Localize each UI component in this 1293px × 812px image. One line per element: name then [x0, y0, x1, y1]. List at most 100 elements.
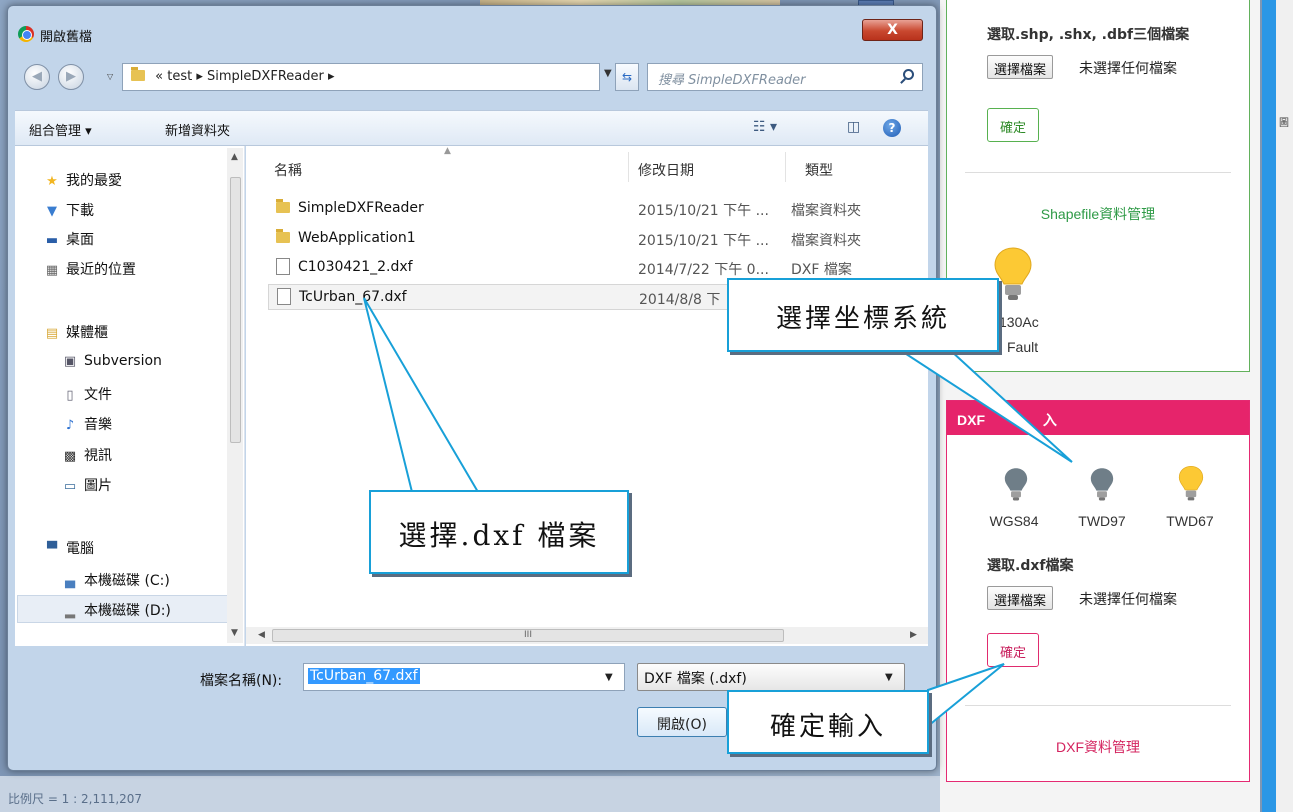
filetype-dropdown-icon[interactable]: ▼: [885, 672, 893, 683]
twd97-label: TWD97: [1078, 513, 1126, 529]
preview-pane-icon[interactable]: ◫: [847, 119, 860, 135]
nav-desktop[interactable]: ▬ 桌面: [44, 229, 94, 249]
new-folder-button[interactable]: 新增資料夾: [165, 120, 230, 139]
nav-scrollbar-thumb[interactable]: [230, 177, 241, 443]
help-icon[interactable]: ?: [883, 119, 901, 137]
document-icon: [276, 258, 290, 275]
folder-icon: [131, 67, 145, 81]
nav-downloads-label: 下載: [66, 203, 94, 219]
nav-music-label: 音樂: [84, 417, 112, 433]
map-scale-text: 比例尺 = 1 : 2,111,207: [8, 792, 143, 806]
hscroll-thumb[interactable]: III: [272, 629, 784, 642]
edge-tab-label[interactable]: 圖: [1279, 114, 1289, 129]
shp-bulb-icon[interactable]: [993, 246, 1033, 304]
dxf-choose-file-button[interactable]: 選擇檔案: [987, 586, 1054, 610]
nav-downloads[interactable]: ▼ 下載: [44, 200, 94, 220]
nav-drive-d-label: 本機磁碟 (D:): [84, 603, 171, 619]
dxf-confirm-button[interactable]: 確定: [987, 633, 1039, 667]
search-input[interactable]: 搜尋 SimpleDXFReader: [647, 63, 923, 91]
nav-pictures[interactable]: ▭ 圖片: [62, 475, 112, 495]
wgs84-bulb-icon[interactable]: [1003, 467, 1029, 503]
music-icon: ♪: [65, 418, 75, 433]
scroll-right-icon[interactable]: ▶: [910, 630, 917, 640]
nav-recent[interactable]: ▦ 最近的位置: [44, 259, 136, 279]
nav-videos-label: 視訊: [84, 448, 112, 464]
coordinate-callout: 選擇坐標系統: [727, 278, 999, 352]
dxf-manage-link[interactable]: DXF資料管理: [947, 737, 1249, 757]
nav-libraries[interactable]: ▤ 媒體櫃: [44, 322, 108, 342]
forward-button[interactable]: ▶: [58, 64, 84, 90]
refresh-icon[interactable]: ⇆: [615, 63, 639, 91]
nav-documents[interactable]: ▯ 文件: [62, 384, 112, 404]
twd97-bulb-icon[interactable]: [1089, 467, 1115, 503]
twd67-bulb-icon[interactable]: [1177, 465, 1205, 503]
file-name: WebApplication1: [298, 230, 416, 246]
shp-divider: [965, 172, 1231, 173]
drive-icon: ▂: [65, 604, 75, 619]
scroll-left-icon[interactable]: ◀: [258, 630, 265, 640]
nav-subversion[interactable]: ▣ Subversion: [62, 353, 162, 369]
nav-drive-c-label: 本機磁碟 (C:): [84, 573, 170, 589]
subversion-icon: ▣: [63, 354, 77, 369]
shp-confirm-button[interactable]: 確定: [987, 108, 1039, 142]
nav-drive-c[interactable]: ▄ 本機磁碟 (C:): [62, 570, 170, 590]
wgs84-label: WGS84: [989, 513, 1039, 529]
view-options-icon[interactable]: ☷ ▾: [753, 119, 777, 135]
nav-videos[interactable]: ▩ 視訊: [62, 445, 112, 465]
recent-pages-dropdown[interactable]: ▽: [107, 72, 117, 82]
file-type: DXF 檔案: [791, 262, 852, 278]
search-icon[interactable]: [903, 69, 914, 80]
address-bar[interactable]: « test ▸ SimpleDXFReader ▸: [122, 63, 600, 91]
folder-icon: [276, 199, 290, 213]
nav-libraries-label: 媒體櫃: [66, 325, 108, 341]
nav-computer[interactable]: ▀ 電腦: [44, 538, 94, 558]
close-button[interactable]: X: [862, 19, 923, 41]
address-dropdown-icon[interactable]: ▼: [604, 68, 612, 79]
file-date: 2015/10/21 下午 ...: [638, 203, 769, 219]
shp-choose-file-button[interactable]: 選擇檔案: [987, 55, 1054, 79]
breadcrumb-sep-icon: ▸: [327, 69, 335, 84]
breadcrumb-sep-icon: ▸: [196, 69, 208, 84]
filename-value: TcUrban_67.dxf: [308, 668, 420, 684]
page-scrollbar[interactable]: [1262, 0, 1276, 812]
scroll-down-icon[interactable]: ▼: [231, 628, 238, 638]
chrome-icon: [18, 26, 34, 42]
document-icon: [277, 288, 291, 305]
dxf-file-callout: 選擇.dxf 檔案: [369, 490, 629, 574]
nav-music[interactable]: ♪ 音樂: [62, 414, 112, 434]
file-date: 2014/7/22 下午 0...: [638, 262, 769, 278]
nav-favorites[interactable]: ★ 我的最愛: [44, 170, 122, 190]
column-separator[interactable]: [785, 152, 786, 182]
file-name: TcUrban_67.dxf: [299, 289, 407, 305]
column-type-header[interactable]: 類型: [805, 160, 833, 180]
desktop-icon: ▬: [45, 233, 59, 248]
breadcrumb-simpledxfreader[interactable]: SimpleDXFReader: [207, 69, 324, 84]
column-name-header[interactable]: 名稱: [274, 160, 302, 180]
open-button[interactable]: 開啟(O): [637, 707, 727, 737]
filename-input[interactable]: TcUrban_67.dxf: [303, 663, 625, 691]
scroll-up-icon[interactable]: ▲: [231, 152, 238, 162]
pictures-icon: ▭: [63, 479, 77, 494]
file-type: 檔案資料夾: [791, 203, 861, 219]
nav-subversion-label: Subversion: [84, 353, 162, 369]
nav-documents-label: 文件: [84, 387, 112, 403]
breadcrumb-test[interactable]: test: [167, 69, 192, 84]
shp-select-label: 選取.shp, .shx, .dbf三個檔案: [987, 27, 1190, 43]
dxf-header-text: DXF: [957, 412, 985, 428]
filetype-value: DXF 檔案 (.dxf): [644, 671, 747, 687]
downloads-icon: ▼: [47, 204, 57, 219]
filetype-select[interactable]: DXF 檔案 (.dxf): [637, 663, 905, 691]
nav-recent-label: 最近的位置: [66, 262, 136, 278]
filename-dropdown-icon[interactable]: ▼: [605, 672, 613, 683]
back-button[interactable]: ◀: [24, 64, 50, 90]
star-icon: ★: [46, 174, 58, 189]
column-modified-header[interactable]: 修改日期: [638, 160, 694, 180]
nav-drive-d[interactable]: ▂ 本機磁碟 (D:): [62, 600, 171, 620]
file-date: 2014/8/8 下: [639, 292, 721, 308]
column-separator[interactable]: [628, 152, 629, 182]
file-row[interactable]: WebApplication1 2015/10/21 下午 ... 檔案資料夾: [268, 226, 918, 252]
shapefile-manage-link[interactable]: Shapefile資料管理: [947, 204, 1249, 224]
file-date: 2015/10/21 下午 ...: [638, 233, 769, 249]
organize-menu[interactable]: 組合管理 ▾: [29, 120, 92, 139]
file-row[interactable]: SimpleDXFReader 2015/10/21 下午 ... 檔案資料夾: [268, 196, 918, 222]
